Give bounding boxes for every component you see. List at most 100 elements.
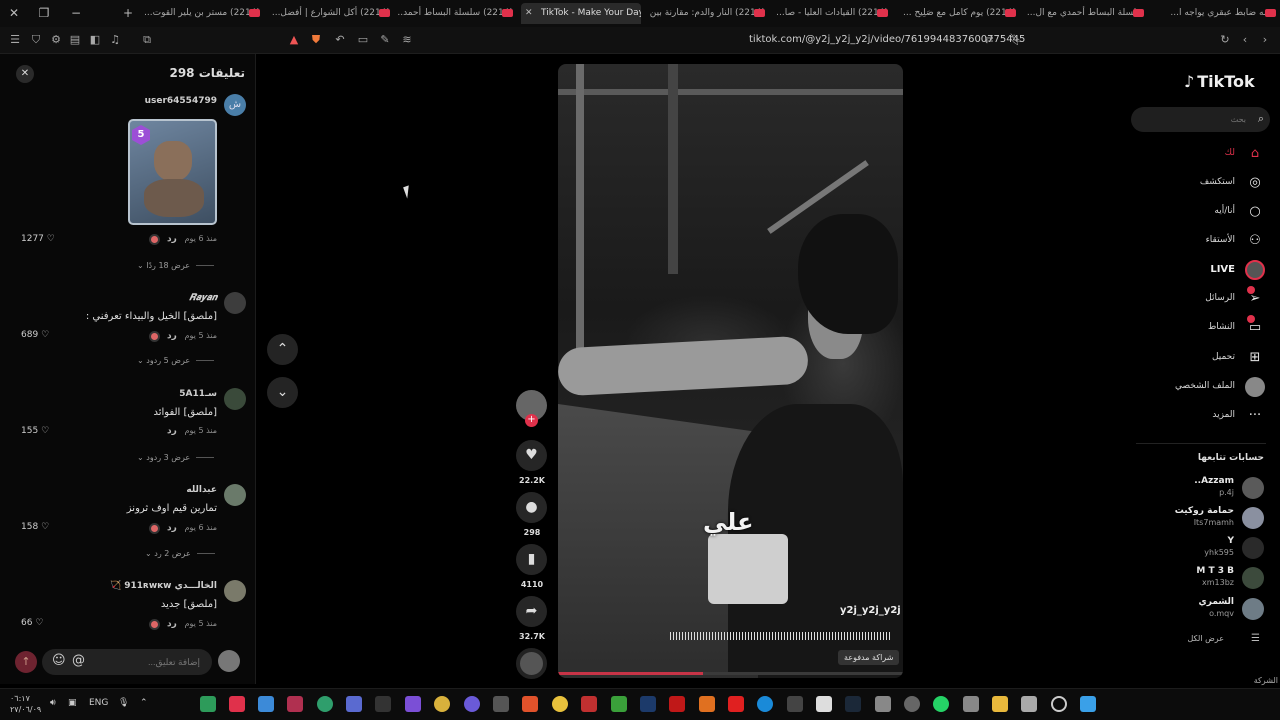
app-icon[interactable] — [640, 696, 656, 712]
reply-button[interactable]: رد — [167, 234, 177, 244]
share-link-icon[interactable]: ⇄ — [982, 33, 996, 47]
sidebar-icon[interactable]: ◧ — [88, 33, 102, 47]
nav-profile[interactable]: الملف الشخصي — [1155, 377, 1265, 397]
nav-following[interactable]: ⚇ الأستقاء — [1155, 231, 1265, 251]
follow-plus-icon[interactable]: + — [525, 414, 538, 427]
nav-ai-self[interactable]: ○ أنا/أيه — [1155, 202, 1265, 222]
wallet-icon[interactable]: ▤ — [68, 33, 82, 47]
emoji-icon[interactable]: ☺ — [52, 653, 66, 668]
language-indicator[interactable]: ENG — [89, 698, 108, 708]
brave-shield-icon[interactable]: ⛊ — [309, 33, 323, 47]
translate-icon[interactable]: ✎ — [378, 33, 392, 47]
network-icon[interactable]: ▣ — [68, 698, 77, 708]
reload-icon[interactable]: ↻ — [1218, 33, 1232, 47]
avatar[interactable] — [224, 292, 246, 314]
shield-app-icon[interactable] — [258, 696, 274, 712]
share-button[interactable]: ➦ — [516, 596, 547, 627]
tab-7[interactable]: (2214) أكل الشوارع | أفضل... — [270, 3, 390, 24]
tab-1[interactable]: سلسلة البساط أحمدي مع ال... — [1024, 3, 1144, 24]
reply-button[interactable]: رد — [167, 331, 177, 341]
youtube-app-icon[interactable] — [728, 696, 744, 712]
window-restore-icon[interactable]: ❐ — [34, 4, 54, 22]
view-replies[interactable]: ⌄ عرض 18 ردًا — [137, 261, 214, 270]
nav-activity[interactable]: ▭ النشاط — [1155, 315, 1265, 338]
like-count[interactable]: 66 ♡ — [21, 618, 43, 628]
heart-outline-icon[interactable]: ♡ — [47, 234, 55, 244]
following-account[interactable]: حمامة روكيت Its7mamh — [1154, 506, 1264, 532]
window-minimize-icon[interactable]: − — [66, 4, 86, 22]
nav-messages[interactable]: ➢ الرسائل — [1155, 286, 1265, 309]
comment-username[interactable]: user64554799 — [145, 96, 217, 106]
comment-username[interactable]: الخالـــدي 911ʀᴡᴋᴡ 🏹 — [110, 581, 217, 591]
see-all-link[interactable]: ☰ عرض الكل — [1154, 633, 1264, 647]
following-account[interactable]: Yyhk595 — [1154, 536, 1264, 562]
like-count[interactable]: 689 ♡ — [21, 330, 49, 340]
shield-icon[interactable]: ⛉ — [29, 33, 43, 47]
view-replies[interactable]: ⌄ عرض 5 ردود — [137, 356, 214, 365]
comment-input[interactable] — [110, 649, 200, 675]
at-icon[interactable]: @ — [72, 653, 85, 668]
tab-4[interactable]: (2214) النار والدم: مقارنة بين... — [650, 3, 765, 24]
volume-icon[interactable]: 🔊︎ — [50, 698, 56, 708]
app-icon[interactable] — [699, 696, 715, 712]
next-video-button[interactable]: ⌄ — [267, 377, 298, 408]
app-icon[interactable] — [287, 696, 303, 712]
avatar[interactable] — [224, 580, 246, 602]
app-icon[interactable] — [317, 696, 333, 712]
settings-icon[interactable] — [963, 696, 979, 712]
save-button[interactable]: ▮ — [516, 544, 547, 575]
netflix-icon[interactable] — [669, 696, 685, 712]
comment-input-box[interactable]: ☺ @ — [42, 649, 212, 675]
tab-3[interactable]: (2214) القيادات العليا - صا... — [773, 3, 888, 24]
avatar[interactable] — [224, 388, 246, 410]
task-view-icon[interactable] — [1021, 696, 1037, 712]
sound-disc-icon[interactable] — [516, 648, 547, 679]
tiktok-logo[interactable]: ♪ TikTok — [1184, 72, 1258, 91]
app-icon[interactable] — [493, 696, 509, 712]
steam-icon[interactable] — [845, 696, 861, 712]
app-icon[interactable] — [875, 696, 891, 712]
file-explorer-icon[interactable] — [992, 696, 1008, 712]
undo-icon[interactable]: ↶ — [333, 33, 347, 47]
reply-button[interactable]: رد — [167, 426, 177, 436]
reply-button[interactable]: رد — [167, 619, 177, 629]
clock[interactable]: ٠٦:١٧ ٢٧/٠٦/٠٩ — [10, 693, 41, 715]
nav-more[interactable]: ··· المزيد — [1155, 406, 1265, 426]
nav-explore[interactable]: ◎ استكشف — [1155, 173, 1265, 193]
reader-icon[interactable]: ≋ — [400, 33, 414, 47]
tiktok-app-icon[interactable] — [229, 696, 245, 712]
search-box[interactable]: ⌕ — [1131, 107, 1270, 132]
store-icon[interactable] — [816, 696, 832, 712]
edge-icon[interactable] — [757, 696, 773, 712]
music-icon[interactable]: ♫ — [108, 33, 122, 47]
app-icon[interactable] — [787, 696, 803, 712]
avatar[interactable] — [224, 484, 246, 506]
comment-username[interactable]: 𝑹𝒂𝒚𝒂𝒏 — [189, 293, 217, 303]
app-icon[interactable] — [434, 696, 450, 712]
like-count[interactable]: 158 ♡ — [21, 522, 49, 532]
like-button[interactable]: ♥ — [516, 440, 547, 471]
view-replies[interactable]: ⌄ عرض 2 رد — [145, 549, 215, 558]
nav-home[interactable]: ⌂ لك — [1155, 144, 1265, 164]
menu-icon[interactable]: ☰ — [8, 33, 22, 47]
video-player[interactable]: علي y2j_y2j_y2j شراكة مدفوعة — [558, 64, 903, 678]
like-count[interactable]: 155 ♡ — [21, 426, 49, 436]
tab-close-icon[interactable]: ✕ — [525, 3, 533, 24]
close-icon[interactable]: ✕ — [16, 65, 34, 83]
tray-expand-icon[interactable]: ⌃ — [140, 698, 148, 708]
nav-live[interactable]: LIVE — [1155, 260, 1265, 280]
previous-video-button[interactable]: ⌃ — [267, 334, 298, 365]
new-tab-icon[interactable]: + — [118, 4, 138, 22]
comment-username[interactable]: سـ5A11 — [179, 389, 217, 399]
following-account[interactable]: M T 3 B xm13bz — [1154, 566, 1264, 592]
video-progress-bar[interactable] — [558, 672, 903, 675]
chrome-icon[interactable] — [552, 696, 568, 712]
tab-2[interactable]: (2214) يوم كامل مع صَلِيح ... — [896, 3, 1016, 24]
forward-icon[interactable]: › — [1258, 33, 1272, 47]
app-icon[interactable] — [581, 696, 597, 712]
discord-icon[interactable] — [464, 696, 480, 712]
reply-button[interactable]: رد — [167, 523, 177, 533]
avatar[interactable]: ش — [224, 94, 246, 116]
app-icon[interactable] — [405, 696, 421, 712]
post-comment-button[interactable]: ↑ — [15, 651, 37, 673]
